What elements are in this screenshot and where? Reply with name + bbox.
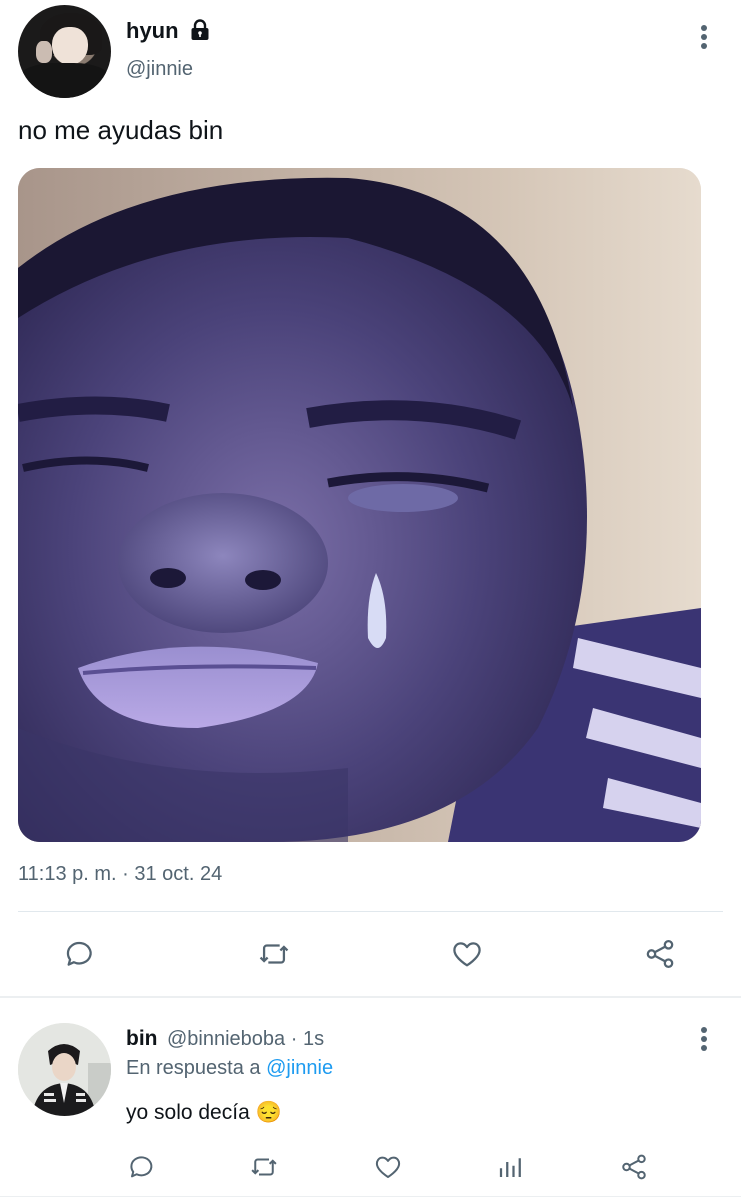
tweet-text: no me ayudas bin (18, 115, 224, 145)
in-reply-to-mention[interactable]: @jinnie (266, 1057, 333, 1079)
heart-icon (453, 942, 481, 967)
tweet-timestamp[interactable]: 11:13 p. m. · 31 oct. 24 (18, 863, 222, 886)
reply-retweet-button[interactable] (244, 1147, 284, 1187)
reply-button[interactable] (60, 934, 100, 974)
in-reply-to: En respuesta a @jinnie (126, 1057, 333, 1080)
lock-icon (191, 19, 209, 40)
like-button[interactable] (447, 934, 487, 974)
reply-icon (130, 1156, 153, 1178)
more-icon[interactable] (694, 24, 714, 50)
reply-share-button[interactable] (614, 1147, 654, 1187)
reply-icon (66, 941, 92, 966)
section-divider (0, 996, 741, 998)
heart-icon (375, 1156, 401, 1178)
reply-author-meta[interactable]: @binnieboba · 1s (167, 1028, 324, 1051)
retweet-icon (259, 944, 289, 964)
share-icon (646, 939, 674, 969)
avatar-face (52, 27, 88, 65)
author-name[interactable]: hyun (126, 18, 179, 44)
reply-reply-button[interactable] (122, 1147, 162, 1187)
in-reply-to-label: En respuesta a (126, 1057, 261, 1079)
avatar-body (18, 63, 111, 98)
avatar-hand (36, 41, 52, 63)
retweet-button[interactable] (254, 934, 294, 974)
reply-text: yo solo decía 😔 (126, 1101, 282, 1124)
bottom-divider (0, 1196, 741, 1197)
reply-like-button[interactable] (368, 1147, 408, 1187)
share-icon (622, 1154, 646, 1180)
retweet-icon (251, 1158, 277, 1176)
more-icon[interactable] (694, 1026, 714, 1052)
reply-avatar-image (18, 1023, 111, 1116)
tweet-photo[interactable] (18, 168, 701, 842)
reply-author-name[interactable]: bin (126, 1027, 158, 1051)
author-avatar[interactable] (18, 5, 111, 98)
share-button[interactable] (640, 934, 680, 974)
divider (18, 911, 723, 912)
reply-stats-button[interactable] (491, 1147, 531, 1187)
stats-icon (499, 1158, 521, 1177)
reply-author-avatar[interactable] (18, 1023, 111, 1116)
author-handle[interactable]: @jinnie (126, 58, 193, 81)
